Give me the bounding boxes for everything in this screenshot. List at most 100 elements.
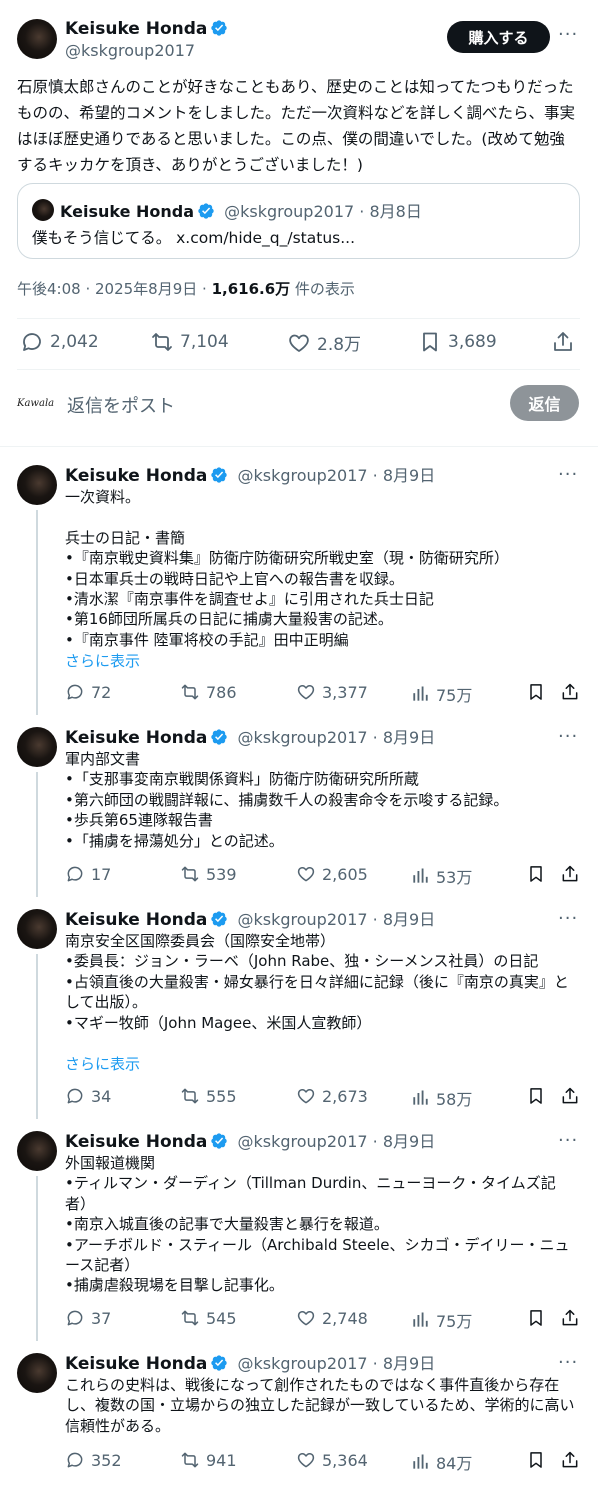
reply-avatar[interactable] [17,909,57,949]
author-handle[interactable]: @kskgroup2017 [65,41,228,60]
post-meta: 午後4:08 · 2025年8月9日 · 1,616.6万 件の表示 [17,278,355,299]
like-button[interactable]: 2,673 [296,1086,368,1106]
reply-button[interactable]: 37 [65,1308,111,1328]
reply-button[interactable]: 352 [65,1450,122,1470]
reply-date[interactable]: · 8月9日 [373,1354,436,1373]
bookmark-button[interactable] [526,1308,552,1328]
show-more-link[interactable]: さらに表示 [65,650,140,671]
like-button[interactable]: 2,748 [296,1308,368,1328]
reply-icon [67,1088,83,1104]
buy-button-label: 購入する [468,28,529,47]
share-icon [562,865,578,882]
heart-icon [297,1089,315,1104]
more-options-icon[interactable]: ··· [558,464,578,485]
views-button[interactable]: 84万 [410,1450,472,1474]
post-timestamp[interactable]: 午後4:08 · 2025年8月9日 · [17,280,212,298]
share-button[interactable] [560,864,586,884]
quote-card[interactable]: Keisuke Honda @kskgroup2017 · 8月8日 僕もそう信… [17,183,580,259]
share-icon [562,1087,578,1104]
view-count: 53万 [436,868,473,887]
views-chart-icon [413,1312,428,1327]
more-options-icon[interactable]: ··· [558,1352,578,1373]
reply-author-name[interactable]: Keisuke Honda [65,728,207,748]
reply-author-handle[interactable]: @kskgroup2017 [238,910,368,929]
reply-author-name[interactable]: Keisuke Honda [65,466,207,486]
reply-author-handle[interactable]: @kskgroup2017 [238,466,368,485]
views-chart-icon [413,1454,428,1469]
repost-button[interactable]: 941 [180,1450,237,1470]
reply-avatar[interactable] [17,1131,57,1171]
share-button[interactable] [560,1450,586,1470]
bookmark-icon [530,1310,542,1326]
reply-header: Keisuke Honda @kskgroup2017 · 8月9日 [65,1350,435,1374]
repost-button[interactable]: 545 [180,1308,237,1328]
more-options-icon[interactable]: ··· [558,24,578,45]
views-chart-icon [413,686,428,701]
author-avatar[interactable] [17,19,57,59]
reply-submit-button[interactable]: 返信 [510,385,579,421]
views-button[interactable]: 75万 [410,682,472,706]
reply-author-name[interactable]: Keisuke Honda [65,1354,207,1374]
reply-text: 外国報道機関 •ティルマン・ダーディン（Tillman Durdin、ニューヨー… [65,1154,570,1295]
reply-date[interactable]: · 8月9日 [373,728,436,747]
like-button[interactable]: 5,364 [296,1450,368,1470]
reply-date[interactable]: · 8月9日 [373,910,436,929]
like-count: 2,605 [322,864,368,884]
more-options-icon[interactable]: ··· [558,908,578,929]
repost-count: 786 [206,682,237,702]
bookmark-button[interactable]: 3,689 [418,330,497,354]
reply-author-name[interactable]: Keisuke Honda [65,1132,207,1152]
share-button[interactable] [560,1086,586,1106]
reply-avatar[interactable] [17,1353,57,1393]
reply-count: 34 [91,1086,112,1106]
reply-button[interactable]: 34 [65,1086,111,1106]
more-options-icon[interactable]: ··· [558,726,578,747]
reply-input[interactable]: 返信をポスト [67,392,175,418]
like-count: 2.8万 [317,335,362,355]
reply-avatar[interactable] [17,727,57,767]
more-options-icon[interactable]: ··· [558,1130,578,1151]
like-button[interactable]: 3,377 [296,682,368,702]
verified-badge-icon [211,1133,228,1149]
thread-line [36,510,38,715]
repost-count: 545 [206,1308,237,1328]
like-count: 5,364 [322,1450,368,1470]
reply-author-name[interactable]: Keisuke Honda [65,910,207,930]
reply-button[interactable]: 2,042 [20,330,99,354]
reply-date[interactable]: · 8月9日 [373,1132,436,1151]
share-button[interactable] [560,682,586,702]
bookmark-button[interactable] [526,682,552,702]
repost-button[interactable]: 539 [180,864,237,884]
show-more-link[interactable]: さらに表示 [65,1053,140,1074]
reply-author-handle[interactable]: @kskgroup2017 [238,1132,368,1151]
repost-button[interactable]: 7,104 [150,330,229,354]
reply-header: Keisuke Honda @kskgroup2017 · 8月9日 [65,906,435,930]
reply-button[interactable]: 72 [65,682,111,702]
quote-text: 僕もそう信じてる。 x.com/hide_q_/status... [32,229,356,247]
reply-avatar[interactable] [17,465,57,505]
reply-button[interactable]: 17 [65,864,111,884]
author-name[interactable]: Keisuke Honda [65,19,228,39]
repost-icon [181,684,199,700]
bookmark-button[interactable] [526,1086,552,1106]
buy-button[interactable]: 購入する [447,21,550,53]
repost-button[interactable]: 786 [180,682,237,702]
share-icon [562,1451,578,1468]
reply-author-handle[interactable]: @kskgroup2017 [238,1354,368,1373]
views-button[interactable]: 53万 [410,864,472,888]
repost-button[interactable]: 555 [180,1086,237,1106]
heart-icon [297,1453,315,1468]
like-button[interactable]: 2,605 [296,864,368,884]
like-button[interactable]: 2.8万 [287,330,361,355]
author-name-text[interactable]: Keisuke Honda [65,19,207,39]
reply-date[interactable]: · 8月9日 [373,466,436,485]
views-button[interactable]: 75万 [410,1308,472,1332]
share-button[interactable] [551,330,581,354]
reply-author-handle[interactable]: @kskgroup2017 [238,728,368,747]
bookmark-button[interactable] [526,864,552,884]
share-button[interactable] [560,1308,586,1328]
bookmark-button[interactable] [526,1450,552,1470]
post-text: 石原慎太郎さんのことが好きなこともあり、歴史のことは知ってたつもりだったものの、… [17,78,576,174]
views-button[interactable]: 58万 [410,1086,472,1110]
bookmark-icon [530,684,542,700]
